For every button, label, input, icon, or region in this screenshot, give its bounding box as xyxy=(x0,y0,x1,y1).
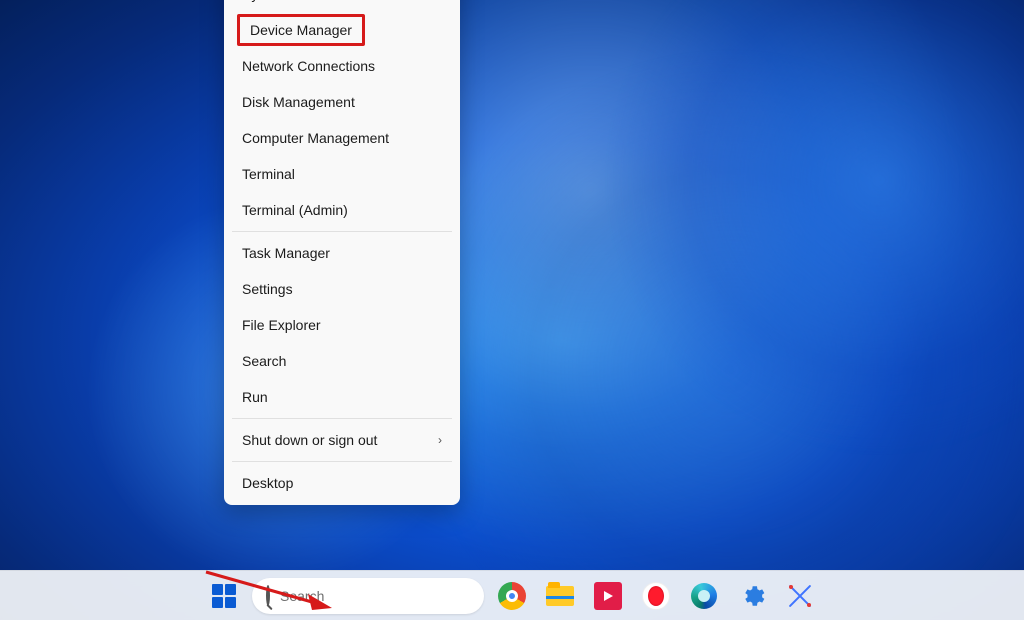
opera-icon xyxy=(642,582,670,610)
taskbar-pinned-opera[interactable] xyxy=(636,576,676,616)
menu-item-device-manager[interactable]: Device Manager xyxy=(228,12,456,48)
menu-separator xyxy=(232,461,452,462)
taskbar-pinned-file-explorer[interactable] xyxy=(540,576,580,616)
menu-item-label: Network Connections xyxy=(242,58,375,74)
taskbar-pinned-settings-app[interactable] xyxy=(732,576,772,616)
menu-item-label: Run xyxy=(242,389,268,405)
menu-item-label: File Explorer xyxy=(242,317,321,333)
menu-item-disk-management[interactable]: Disk Management xyxy=(228,84,456,120)
edge-icon xyxy=(691,583,717,609)
menu-item-run[interactable]: Run xyxy=(228,379,456,415)
menu-item-terminal-admin[interactable]: Terminal (Admin) xyxy=(228,192,456,228)
menu-item-label: Disk Management xyxy=(242,94,355,110)
menu-separator xyxy=(232,231,452,232)
menu-item-shutdown-signout[interactable]: Shut down or sign out › xyxy=(228,422,456,458)
menu-item-search[interactable]: Search xyxy=(228,343,456,379)
chevron-right-icon: › xyxy=(438,433,442,447)
menu-item-label: Device Manager xyxy=(250,22,352,38)
menu-item-file-explorer[interactable]: File Explorer xyxy=(228,307,456,343)
menu-item-label: Search xyxy=(242,353,286,369)
taskbar: Search xyxy=(0,570,1024,620)
desktop-wallpaper: Event Viewer System Device Manager Netwo… xyxy=(0,0,1024,620)
taskbar-pinned-chrome[interactable] xyxy=(492,576,532,616)
search-placeholder: Search xyxy=(280,588,324,604)
snipping-tool-icon xyxy=(787,583,813,609)
taskbar-pinned-simplenote[interactable] xyxy=(588,576,628,616)
menu-item-label: Settings xyxy=(242,281,293,297)
menu-item-label: Task Manager xyxy=(242,245,330,261)
menu-item-task-manager[interactable]: Task Manager xyxy=(228,235,456,271)
menu-item-desktop[interactable]: Desktop xyxy=(228,465,456,501)
taskbar-search[interactable]: Search xyxy=(252,578,484,614)
chrome-icon xyxy=(498,582,526,610)
windows-logo-icon xyxy=(212,584,236,608)
menu-item-computer-management[interactable]: Computer Management xyxy=(228,120,456,156)
menu-item-terminal[interactable]: Terminal xyxy=(228,156,456,192)
menu-item-label: Computer Management xyxy=(242,130,389,146)
menu-item-network-connections[interactable]: Network Connections xyxy=(228,48,456,84)
taskbar-pinned-edge[interactable] xyxy=(684,576,724,616)
menu-item-label: System xyxy=(242,0,289,2)
menu-item-system[interactable]: System xyxy=(228,0,456,12)
simplenote-icon xyxy=(594,582,622,610)
menu-item-label: Terminal (Admin) xyxy=(242,202,348,218)
menu-item-label: Shut down or sign out xyxy=(242,432,377,448)
winx-context-menu: Event Viewer System Device Manager Netwo… xyxy=(224,0,460,505)
menu-item-settings[interactable]: Settings xyxy=(228,271,456,307)
search-icon xyxy=(266,587,270,605)
annotation-highlight-box: Device Manager xyxy=(237,14,365,46)
menu-separator xyxy=(232,418,452,419)
gear-icon xyxy=(739,583,765,609)
start-button[interactable] xyxy=(204,576,244,616)
menu-item-label: Desktop xyxy=(242,475,293,491)
folder-icon xyxy=(546,586,574,606)
taskbar-pinned-snipping-tool[interactable] xyxy=(780,576,820,616)
menu-item-label: Terminal xyxy=(242,166,295,182)
